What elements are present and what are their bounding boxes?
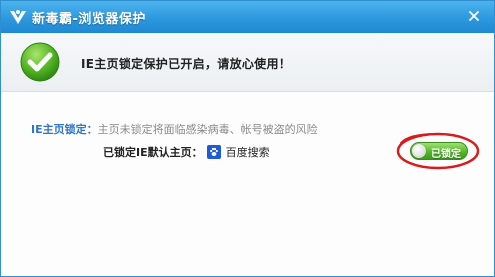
browser-protection-window: 新毒霸-浏览器保护 IE主页锁定保护已开启，请放心使用！ IE主页锁定：主页未锁… [0,0,495,277]
title-bar: 新毒霸-浏览器保护 [1,1,494,33]
homepage-lock-description: 主页未锁定将面临感染病毒、帐号被盗的风险 [97,123,318,136]
check-icon [20,42,60,82]
toggle-knob [412,144,426,158]
window-title: 新毒霸-浏览器保护 [32,12,146,27]
app-logo-icon [10,10,26,24]
close-icon [469,11,479,21]
status-message: IE主页锁定保护已开启，请放心使用！ [81,57,292,71]
locked-homepage-row: 已锁定IE默认主页： 百度搜索 [103,144,270,160]
toggle-label: 已锁定 [431,149,461,160]
lock-toggle[interactable]: 已锁定 [410,142,468,160]
lock-toggle-area: 已锁定 [381,131,480,171]
locked-homepage-label: 已锁定IE默认主页： [103,146,203,159]
baidu-paw-icon [206,145,221,159]
homepage-lock-row: IE主页锁定：主页未锁定将面临感染病毒、帐号被盗的风险 [31,121,318,137]
locked-homepage-value: 百度搜索 [225,146,270,159]
homepage-lock-label: IE主页锁定： [31,123,98,136]
close-button[interactable] [463,7,485,25]
status-header: IE主页锁定保护已开启，请放心使用！ [1,33,494,92]
